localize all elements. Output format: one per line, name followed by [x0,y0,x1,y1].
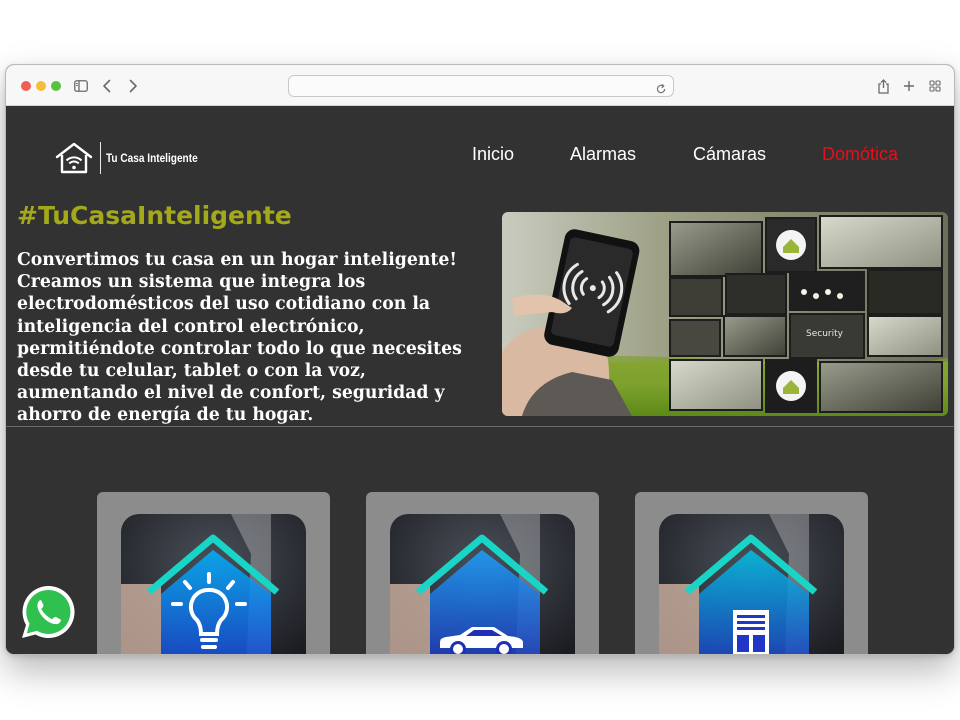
brand-name: Tu Casa Inteligente [106,151,198,165]
reload-icon[interactable] [655,80,667,99]
sidebar-icon[interactable] [72,77,90,95]
lightbulb-icon [171,572,247,649]
home-wifi-icon [55,142,93,174]
logo-divider [100,142,101,174]
back-icon[interactable] [98,77,116,95]
whatsapp-button[interactable] [19,583,77,641]
section-divider [6,426,954,427]
address-bar[interactable] [288,75,674,97]
share-icon[interactable] [874,77,892,95]
whatsapp-icon [22,585,75,638]
service-card-lighting[interactable] [97,492,330,654]
nav-alarmas[interactable]: Alarmas [570,144,636,166]
card-image [659,514,844,654]
tab-overview-icon[interactable] [926,77,944,95]
service-card-vehicles[interactable] [366,492,599,654]
nav-domotica[interactable]: Domótica [822,144,898,166]
browser-toolbar [6,65,954,106]
hero-security-text: Security [806,329,844,339]
new-tab-icon[interactable] [900,77,918,95]
nav-camaras[interactable]: Cámaras [693,144,766,166]
webpage: Tu Casa Inteligente Inicio Alarmas Cámar… [6,106,954,654]
zoom-window-button[interactable] [51,81,61,91]
minimize-window-button[interactable] [36,81,46,91]
car-icon [440,627,523,654]
intro-paragraph: Convertimos tu casa en un hogar intelige… [17,250,462,426]
service-card-blinds[interactable] [635,492,868,654]
close-window-button[interactable] [21,81,31,91]
card-image [121,514,306,654]
hero-image: Security [502,212,948,416]
nav-inicio[interactable]: Inicio [472,144,514,166]
card-image [390,514,575,654]
hashtag-heading: #TuCasaInteligente [17,201,292,230]
forward-icon[interactable] [124,77,142,95]
window-blinds-icon [733,610,769,654]
browser-window: Tu Casa Inteligente Inicio Alarmas Cámar… [5,64,955,655]
site-logo[interactable]: Tu Casa Inteligente [54,140,215,176]
